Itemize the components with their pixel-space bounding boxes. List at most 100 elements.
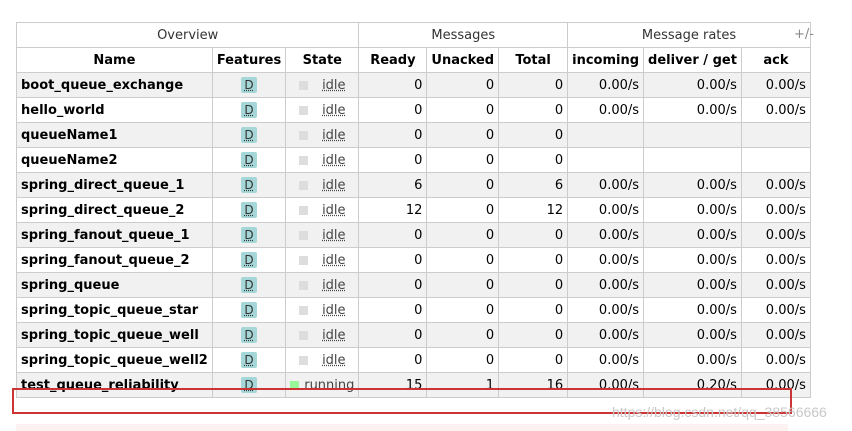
incoming-rate: 0.00/s [567, 72, 645, 98]
deliver-get-rate: 0.00/s [643, 347, 742, 373]
queue-name-link[interactable]: spring_queue [16, 272, 213, 298]
incoming-rate: 0.00/s [567, 222, 645, 248]
queue-name-link[interactable]: spring_direct_queue_2 [16, 197, 213, 223]
queue-name-link[interactable]: test_queue_reliability [16, 372, 213, 398]
queue-name-link[interactable]: spring_fanout_queue_1 [16, 222, 213, 248]
unacked-count: 0 [426, 322, 500, 348]
queue-name-link[interactable]: queueName2 [16, 147, 213, 173]
total-count: 0 [498, 347, 569, 373]
incoming-rate: 0.00/s [567, 172, 645, 198]
deliver-get-rate: 0.00/s [643, 197, 742, 223]
queue-name-link[interactable]: spring_topic_queue_star [16, 297, 213, 323]
ready-count: 0 [358, 347, 428, 373]
total-count: 16 [498, 372, 569, 398]
unacked-count: 0 [426, 97, 500, 123]
unacked-count: 0 [426, 172, 500, 198]
ack-rate [740, 122, 811, 148]
idle-status-square-icon [299, 305, 309, 315]
state-cell: idle [285, 247, 360, 273]
column-toggle-link[interactable]: +/- [794, 27, 814, 42]
durable-badge[interactable]: D [241, 127, 257, 143]
durable-badge[interactable]: D [241, 327, 257, 343]
col-ack[interactable]: ack [740, 47, 811, 73]
total-count: 0 [498, 247, 569, 273]
durable-badge[interactable]: D [241, 177, 257, 193]
total-count: 12 [498, 197, 569, 223]
col-state[interactable]: State [285, 47, 360, 73]
ack-rate: 0.00/s [740, 272, 811, 298]
unacked-count: 0 [426, 297, 500, 323]
watermark: https://blog.csdn.net/qq_38566666 [612, 404, 827, 420]
durable-badge[interactable]: D [241, 77, 257, 93]
durable-badge[interactable]: D [241, 152, 257, 168]
deliver-get-rate: 0.20/s [643, 372, 742, 398]
state-label: idle [322, 252, 346, 268]
features-cell: D [211, 222, 287, 248]
durable-badge[interactable]: D [241, 352, 257, 368]
incoming-rate: 0.00/s [567, 247, 645, 273]
col-unacked[interactable]: Unacked [426, 47, 500, 73]
state-label: idle [322, 202, 346, 218]
col-incoming[interactable]: incoming [567, 47, 645, 73]
col-name[interactable]: Name [16, 47, 213, 73]
state-cell: idle [285, 222, 360, 248]
total-count: 0 [498, 122, 569, 148]
ready-count: 0 [358, 272, 428, 298]
state-label: idle [322, 277, 346, 293]
durable-badge[interactable]: D [241, 202, 257, 218]
durable-badge[interactable]: D [241, 277, 257, 293]
deliver-get-rate: 0.00/s [643, 272, 742, 298]
ready-count: 0 [358, 97, 428, 123]
ready-count: 0 [358, 322, 428, 348]
idle-status-square-icon [299, 180, 309, 190]
queue-name-link[interactable]: queueName1 [16, 122, 213, 148]
durable-badge[interactable]: D [241, 102, 257, 118]
durable-badge[interactable]: D [241, 302, 257, 318]
idle-status-square-icon [299, 330, 309, 340]
ack-rate: 0.00/s [740, 172, 811, 198]
deliver-get-rate: 0.00/s [643, 322, 742, 348]
total-count: 0 [498, 222, 569, 248]
state-label: idle [322, 352, 346, 368]
durable-badge[interactable]: D [241, 252, 257, 268]
state-cell: idle [285, 122, 360, 148]
idle-status-square-icon [299, 130, 309, 140]
ack-rate: 0.00/s [740, 247, 811, 273]
queue-row: spring_topic_queue_well Didle 0 0 0 0.00/s 0.0… [16, 322, 811, 348]
total-count: 0 [498, 147, 569, 173]
incoming-rate: 0.00/s [567, 272, 645, 298]
state-cell: idle [285, 347, 360, 373]
queue-name-link[interactable]: spring_fanout_queue_2 [16, 247, 213, 273]
ready-count: 0 [358, 147, 428, 173]
state-label: idle [322, 302, 346, 318]
durable-badge[interactable]: D [241, 227, 257, 243]
queue-row: queueName2 Didle 0 0 0 [16, 147, 811, 173]
state-cell: idle [285, 272, 360, 298]
queue-list: boot_queue_exchange Didle 0 0 0 0.00/s 0.00/s 0… [16, 72, 811, 398]
incoming-rate: 0.00/s [567, 197, 645, 223]
queue-name-link[interactable]: hello_world [16, 97, 213, 123]
queue-row: queueName1 Didle 0 0 0 [16, 122, 811, 148]
queue-name-link[interactable]: spring_topic_queue_well2 [16, 347, 213, 373]
col-ready[interactable]: Ready [358, 47, 428, 73]
state-label: idle [322, 227, 346, 243]
queues-table: Overview Messages Message rates Name Fea… [15, 22, 811, 398]
queue-name-link[interactable]: spring_topic_queue_well [16, 322, 213, 348]
queue-name-link[interactable]: spring_direct_queue_1 [16, 172, 213, 198]
features-cell: D [211, 147, 287, 173]
col-total[interactable]: Total [498, 47, 569, 73]
features-cell: D [211, 347, 287, 373]
idle-status-square-icon [299, 355, 309, 365]
idle-status-square-icon [299, 280, 309, 290]
durable-badge[interactable]: D [241, 377, 257, 393]
features-cell: D [211, 297, 287, 323]
queue-name-link[interactable]: boot_queue_exchange [16, 72, 213, 98]
incoming-rate: 0.00/s [567, 347, 645, 373]
group-overview: Overview [15, 22, 360, 48]
col-deliver-get[interactable]: deliver / get [643, 47, 742, 73]
state-label: idle [322, 102, 346, 118]
column-group-header: Overview Messages Message rates [15, 22, 811, 48]
ready-count: 0 [358, 297, 428, 323]
queue-row: test_queue_reliability Drunning 15 1 16 0.00/… [16, 372, 811, 398]
queue-row: spring_topic_queue_well2 Didle 0 0 0 0.00/s 0.… [16, 347, 811, 373]
